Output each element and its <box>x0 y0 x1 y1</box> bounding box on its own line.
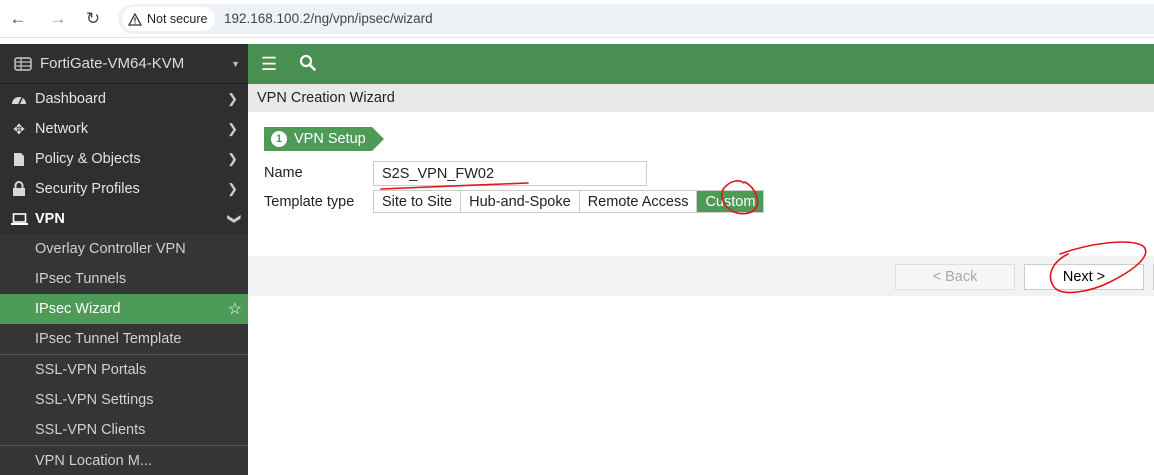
sidebar-item-security-profiles[interactable]: Security Profiles ❯ <box>0 174 248 204</box>
dashboard-icon <box>10 92 28 106</box>
sidebar-subitem-label: IPsec Tunnel Template <box>35 331 182 347</box>
sidebar-subitem-label: IPsec Wizard <box>35 301 121 317</box>
sidebar-subitem-ipsec-wizard[interactable]: IPsec Wizard ☆ <box>0 294 248 324</box>
reload-icon[interactable]: ↻ <box>83 9 103 29</box>
security-label: Not secure <box>147 12 208 26</box>
name-label: Name <box>264 165 303 181</box>
chevron-right-icon: ❯ <box>227 121 238 136</box>
back-button[interactable]: < Back <box>895 264 1015 290</box>
sidebar-item-vpn[interactable]: VPN ❯ <box>0 204 248 234</box>
sidebar-subitem-label: Overlay Controller VPN <box>35 241 186 257</box>
sidebar-item-policy-objects[interactable]: Policy & Objects ❯ <box>0 144 248 174</box>
sidebar-item-label: Dashboard <box>35 91 106 107</box>
sidebar-subitem-label: SSL-VPN Clients <box>35 422 146 438</box>
security-indicator[interactable]: Not secure <box>122 7 216 31</box>
forward-arrow-icon[interactable]: → <box>48 9 68 29</box>
chevron-down-icon: ❯ <box>227 213 243 225</box>
template-option-remote-access[interactable]: Remote Access <box>579 191 698 212</box>
device-icon <box>14 56 32 71</box>
sidebar-subitem-ssl-vpn-clients[interactable]: SSL-VPN Clients <box>0 415 248 445</box>
sidebar-item-label: VPN <box>35 211 65 227</box>
next-button[interactable]: Next > <box>1024 264 1144 290</box>
template-option-site-to-site[interactable]: Site to Site <box>374 191 462 212</box>
step-label: VPN Setup <box>294 131 366 147</box>
back-arrow-icon[interactable]: ← <box>8 9 28 29</box>
sidebar-subitem-vpn-location-map[interactable]: VPN Location M... <box>0 445 248 475</box>
lock-icon <box>10 181 28 197</box>
template-type-selector: Site to Site Hub-and-Spoke Remote Access… <box>373 190 765 213</box>
device-name: FortiGate-VM64-KVM <box>40 55 185 72</box>
sidebar-item-network[interactable]: ✥ Network ❯ <box>0 114 248 144</box>
sidebar-item-label: Policy & Objects <box>35 151 141 167</box>
page-title: VPN Creation Wizard <box>248 84 1154 112</box>
sidebar-item-label: Network <box>35 121 89 137</box>
hamburger-menu-icon[interactable]: ☰ <box>261 54 277 75</box>
sidebar-subitem-label: SSL-VPN Settings <box>35 392 154 408</box>
chevron-down-icon: ▼ <box>231 59 240 69</box>
chevron-right-icon: ❯ <box>227 151 238 166</box>
sidebar-subitem-ssl-vpn-portals[interactable]: SSL-VPN Portals <box>0 354 248 385</box>
sidebar-subitem-label: SSL-VPN Portals <box>35 362 147 378</box>
device-selector[interactable]: FortiGate-VM64-KVM ▼ <box>0 44 248 84</box>
policy-icon <box>10 152 28 167</box>
wizard-footer: < Back Next > <box>248 256 1154 296</box>
template-type-label: Template type <box>264 194 355 210</box>
sidebar-subitem-ssl-vpn-settings[interactable]: SSL-VPN Settings <box>0 385 248 415</box>
sidebar-subitem-overlay-controller-vpn[interactable]: Overlay Controller VPN <box>0 234 248 264</box>
url-text: 192.168.100.2/ng/vpn/ipsec/wizard <box>224 11 433 26</box>
laptop-icon <box>10 212 28 226</box>
sidebar-item-dashboard[interactable]: Dashboard ❯ <box>0 84 248 114</box>
template-option-hub-and-spoke[interactable]: Hub-and-Spoke <box>461 191 580 212</box>
network-icon: ✥ <box>13 120 25 137</box>
sidebar: FortiGate-VM64-KVM ▼ Dashboard ❯ ✥ Netwo… <box>0 44 248 475</box>
chevron-right-icon: ❯ <box>227 181 238 196</box>
search-icon[interactable] <box>299 54 316 76</box>
sidebar-subitem-label: VPN Location M... <box>35 452 152 469</box>
star-icon[interactable]: ☆ <box>228 299 242 319</box>
top-header-bar: ☰ <box>248 44 1154 84</box>
template-option-custom[interactable]: Custom <box>697 191 764 212</box>
step-arrow <box>372 127 384 151</box>
warning-icon <box>128 12 142 26</box>
browser-toolbar: ← → ↻ Not secure 192.168.100.2/ng/vpn/ip… <box>0 0 1154 38</box>
sidebar-subitem-ipsec-tunnels[interactable]: IPsec Tunnels <box>0 264 248 294</box>
address-bar[interactable]: Not secure 192.168.100.2/ng/vpn/ipsec/wi… <box>118 4 1154 34</box>
step-number: 1 <box>271 131 287 147</box>
sidebar-subitem-ipsec-tunnel-template[interactable]: IPsec Tunnel Template <box>0 324 248 354</box>
chevron-right-icon: ❯ <box>227 91 238 106</box>
sidebar-subitem-label: IPsec Tunnels <box>35 271 127 287</box>
name-input[interactable] <box>373 161 647 186</box>
sidebar-item-label: Security Profiles <box>35 181 140 197</box>
